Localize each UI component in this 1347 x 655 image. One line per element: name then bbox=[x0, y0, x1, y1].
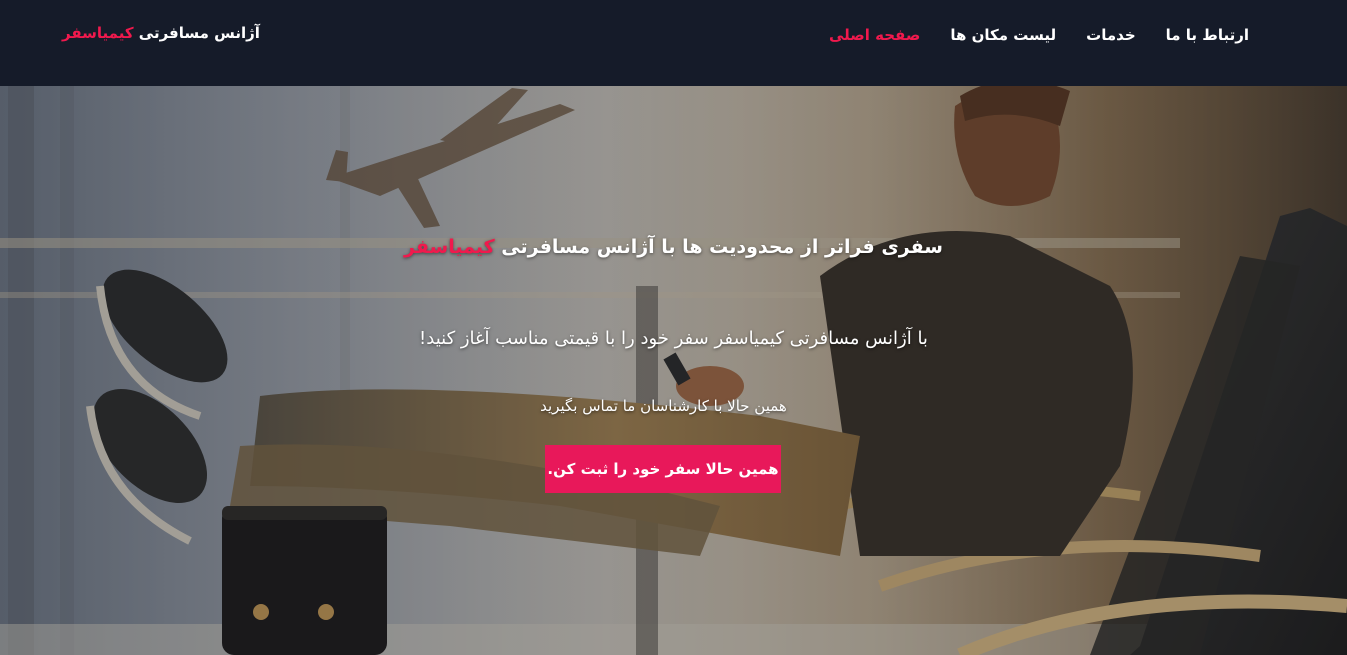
brand-prefix: آژانس مسافرتی bbox=[138, 24, 260, 42]
nav-links: صفحه اصلی لیست مکان ها خدمات ارتباط با م… bbox=[829, 26, 1249, 44]
nav-link-places[interactable]: لیست مکان ها bbox=[950, 26, 1056, 44]
brand-name: کیمیاسفر bbox=[62, 24, 134, 42]
hero-contact-line: همین حالا با کارشناسان ما تماس بگیرید bbox=[540, 397, 787, 415]
book-trip-button[interactable]: همین حالا سفر خود را ثبت کن. bbox=[545, 445, 781, 493]
hero-content: سفری فراتر از محدودیت ها با آژانس مسافرت… bbox=[0, 86, 1347, 655]
nav-link-home[interactable]: صفحه اصلی bbox=[829, 26, 920, 44]
headline-text: سفری فراتر از محدودیت ها با آژانس مسافرت… bbox=[501, 236, 943, 258]
headline-brand: کیمیاسفر bbox=[404, 236, 495, 258]
nav-link-services[interactable]: خدمات bbox=[1086, 26, 1135, 44]
brand-logo[interactable]: آژانس مسافرتی کیمیاسفر bbox=[62, 24, 260, 42]
navbar: آژانس مسافرتی کیمیاسفر صفحه اصلی لیست مک… bbox=[0, 0, 1347, 86]
hero-subline: با آژانس مسافرتی کیمیاسفر سفر خود را با … bbox=[419, 328, 928, 349]
nav-link-contact[interactable]: ارتباط با ما bbox=[1166, 26, 1249, 44]
hero-section: سفری فراتر از محدودیت ها با آژانس مسافرت… bbox=[0, 86, 1347, 655]
hero-headline: سفری فراتر از محدودیت ها با آژانس مسافرت… bbox=[0, 236, 1347, 258]
